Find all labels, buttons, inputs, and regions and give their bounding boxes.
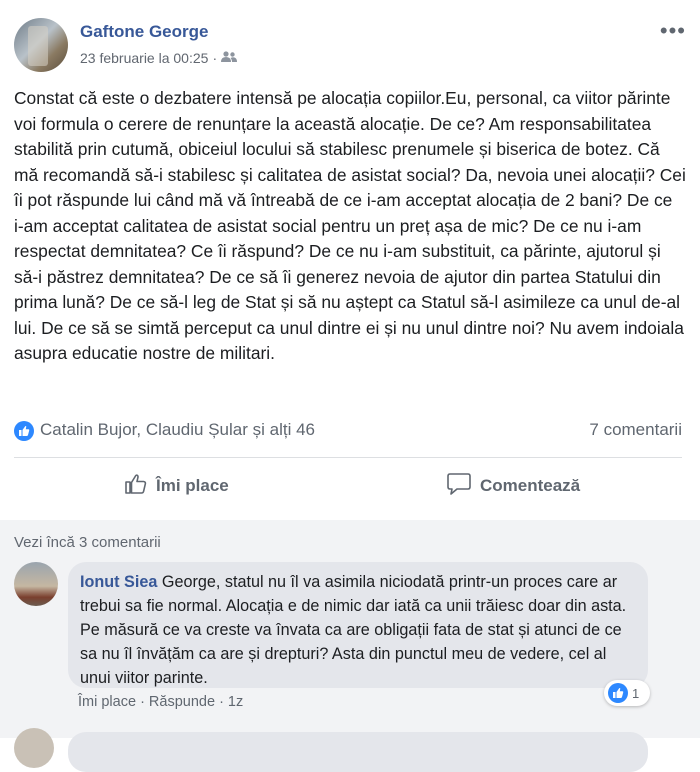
comment-actions: Îmi place · Răspunde · 1z [78,694,243,710]
comment-reply-link[interactable]: Răspunde [149,694,215,710]
next-comment-bubble [68,732,648,772]
comment-bubble: Ionut Siea George, statul nu îl va asimi… [68,562,648,688]
comment-reaction-badge[interactable]: 1 [604,680,650,706]
separator: · [140,694,149,710]
comment-reaction-count: 1 [632,685,640,701]
comment-author[interactable]: Ionut Siea [80,573,157,591]
reaction-names[interactable]: Catalin Bujor, Claudiu Șular și alți 46 [40,420,315,440]
post-date[interactable]: 23 februarie la 00:25 [80,50,208,66]
divider-top [14,457,682,458]
like-reaction-icon[interactable] [14,421,34,441]
meta-separator: · [212,50,218,66]
like-button[interactable]: Îmi place [124,466,229,506]
comment-time[interactable]: 1z [228,694,243,710]
like-button-label: Îmi place [156,476,229,495]
like-reaction-icon [608,683,628,703]
post-author[interactable]: Gaftone George [80,22,208,42]
thumbs-up-icon [124,473,148,500]
reactions-bar: Catalin Bujor, Claudiu Șular și alți 46 … [14,418,682,444]
commenter-avatar[interactable] [14,562,58,606]
speech-bubble-icon [446,472,472,501]
more-options-icon[interactable]: ••• [660,20,686,42]
view-more-comments[interactable]: Vezi încă 3 comentarii [14,534,161,551]
author-avatar[interactable] [14,18,68,72]
action-bar: Îmi place Comentează [14,466,682,506]
comment-text: Ionut Siea George, statul nu îl va asimi… [80,570,638,690]
comment-count[interactable]: 7 comentarii [589,420,682,440]
comment-button-label: Comentează [480,476,581,495]
separator: · [219,694,228,710]
post-meta: 23 februarie la 00:25 · [80,50,238,66]
friends-icon[interactable] [221,50,238,66]
next-commenter-avatar[interactable] [14,728,54,768]
comment-body: George, statul nu îl va asimila niciodat… [80,573,627,687]
comment-button[interactable]: Comentează [446,466,580,506]
post-header: Gaftone George 23 februarie la 00:25 · •… [14,18,686,74]
comment-like-link[interactable]: Îmi place [78,694,136,710]
post-text: Constat că este o dezbatere intensă pe a… [14,88,686,363]
